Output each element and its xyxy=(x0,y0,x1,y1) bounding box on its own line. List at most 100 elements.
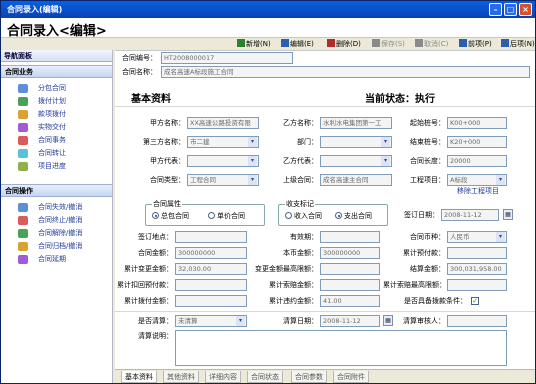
cancel-icon xyxy=(415,39,423,47)
contract-length-field[interactable]: 20000 xyxy=(447,155,507,167)
local-amount-field[interactable]: 300000000 xyxy=(320,247,380,259)
sign-place-field[interactable] xyxy=(175,231,247,243)
sidebar-group-1[interactable]: 合同操作 xyxy=(1,184,112,197)
party-b-rep-select[interactable] xyxy=(320,155,392,167)
sidebar-item-0-1[interactable]: 拨付计划 xyxy=(1,95,112,108)
toolbar-add-button[interactable]: 新增(N) xyxy=(237,39,271,50)
toolbar-edit-button[interactable]: 编辑(E) xyxy=(281,39,314,50)
radio-total-contract[interactable]: 总包合同 xyxy=(152,211,189,222)
sidebar-item-1-3[interactable]: 合同归档/撤消 xyxy=(1,240,112,253)
toolbar-next-button[interactable]: 后项(N) xyxy=(501,39,535,50)
cum-penalty-field[interactable]: 41.00 xyxy=(320,295,380,307)
payable-checkbox[interactable]: ✓ xyxy=(471,297,479,305)
toolbar-prev-button[interactable]: 前项(P) xyxy=(459,39,492,50)
sidebar-title: 导航面板 xyxy=(1,50,112,62)
next-icon xyxy=(501,39,509,47)
document-icon xyxy=(18,203,28,212)
amount-field[interactable]: 300000000 xyxy=(175,247,247,259)
cum-change-field[interactable]: 32,030.00 xyxy=(175,263,247,275)
claim-cap-field[interactable] xyxy=(447,279,507,291)
change-final-field[interactable] xyxy=(320,263,380,275)
remove-project-link[interactable]: 移除工程项目 xyxy=(457,185,499,197)
currency-select[interactable]: 人民币 xyxy=(447,231,507,243)
radio-income-contract[interactable]: 收入合同 xyxy=(285,211,322,222)
window-controls: – □ × xyxy=(489,3,532,16)
radio-dot xyxy=(285,212,292,219)
sidebar-item-0-6[interactable]: 项目进度 xyxy=(1,160,112,173)
toolbar-cancel-button[interactable]: 取消(C) xyxy=(415,39,448,50)
sidebar-item-label: 合同失效/撤消 xyxy=(38,203,83,211)
sidebar-item-label: 款项拨付 xyxy=(38,110,66,118)
sidebar-item-1-1[interactable]: 合同终止/撤消 xyxy=(1,214,112,227)
clear-reviewer-field[interactable] xyxy=(447,315,507,327)
clear-note-label: 清算说明： xyxy=(138,332,173,340)
local-amount-label: 本币金额： xyxy=(283,249,318,257)
calendar-icon[interactable]: ▦ xyxy=(383,315,393,326)
minimize-button[interactable]: – xyxy=(489,3,502,16)
sidebar-group-0[interactable]: 合同业务 xyxy=(1,65,112,78)
tab-2[interactable]: 详细内容 xyxy=(205,371,241,383)
maximize-button[interactable]: □ xyxy=(504,3,517,16)
start-chainage-field[interactable]: K00+000 xyxy=(447,117,507,129)
amount-label: 合同金额： xyxy=(138,249,173,257)
sidebar-item-0-4[interactable]: 合同事务 xyxy=(1,134,112,147)
tab-3[interactable]: 合同状态 xyxy=(247,371,283,383)
status-display: 当前状态：执行 xyxy=(365,90,435,105)
sidebar-item-0-0[interactable]: 分包合同 xyxy=(1,82,112,95)
cum-claim-label: 累计索赔金额： xyxy=(269,281,318,289)
cum-paid-field[interactable] xyxy=(175,295,247,307)
clear-date-label: 清算日期： xyxy=(283,317,318,325)
sidebar-item-0-3[interactable]: 实物交付 xyxy=(1,121,112,134)
settle-field[interactable]: 300,031,958.00 xyxy=(447,263,507,275)
radio-expense-contract[interactable]: 支出合同 xyxy=(335,211,372,222)
sidebar-item-0-2[interactable]: 款项拨付 xyxy=(1,108,112,121)
contract-name-field[interactable]: 成名高速A标段施工合同 xyxy=(161,66,530,78)
sign-date-field[interactable]: 2008-11-12 xyxy=(441,209,499,221)
document-icon xyxy=(18,84,28,93)
party-a-field[interactable]: XX高速公路投资有限 xyxy=(187,117,259,129)
party-b-label: 乙方名称： xyxy=(283,119,318,127)
cleared-select[interactable]: 未清算 xyxy=(175,315,247,327)
sidebar-item-0-5[interactable]: 合同转让 xyxy=(1,147,112,160)
document-icon xyxy=(18,242,28,251)
close-button[interactable]: × xyxy=(519,3,532,16)
pay-flag-legend: 收支标记 xyxy=(285,199,315,209)
payable-label: 是否具备拨款条件： xyxy=(404,297,467,305)
clear-reviewer-label: 清算审核人： xyxy=(403,317,445,325)
sidebar: 导航面板 合同业务分包合同 拨付计划款项拨付实物交付 合同事务 合同转让 项目进度合同操… xyxy=(1,50,113,383)
sidebar-item-label: 合同延期 xyxy=(38,255,66,263)
sidebar-item-1-4[interactable]: 合同延期 xyxy=(1,253,112,266)
toolbar-save-button[interactable]: 保存(S) xyxy=(372,39,405,50)
contract-no-label: 合同编号： xyxy=(122,54,157,62)
tab-5[interactable]: 合同附件 xyxy=(333,371,369,383)
party-b-field[interactable]: 水利水电集团第一工 xyxy=(320,117,392,129)
change-final-label: 变更金额最高限额： xyxy=(255,265,318,273)
clear-note-textarea[interactable] xyxy=(175,330,507,366)
document-icon xyxy=(18,123,28,132)
dept-select[interactable] xyxy=(320,136,392,148)
tab-4[interactable]: 合同参数 xyxy=(291,371,327,383)
cum-return-field[interactable] xyxy=(175,279,247,291)
contract-type-select[interactable]: 工程合同 xyxy=(187,174,259,186)
cum-claim-field[interactable] xyxy=(320,279,380,291)
calendar-icon[interactable]: ▦ xyxy=(503,209,513,220)
parent-contract-field[interactable]: 成名高速主合同 xyxy=(320,174,392,186)
validity-field[interactable] xyxy=(320,231,380,243)
sidebar-item-1-2[interactable]: 合同解除/撤消 xyxy=(1,227,112,240)
end-chainage-field[interactable]: K20+000 xyxy=(447,136,507,148)
save-icon xyxy=(372,39,380,47)
cum-prepay-field[interactable] xyxy=(447,247,507,259)
party-a-rep-select[interactable] xyxy=(187,155,259,167)
section-title: 基本资料 xyxy=(131,94,171,105)
third-party-select[interactable]: 市二建 xyxy=(187,136,259,148)
radio-unit-price-contract[interactable]: 单价合同 xyxy=(208,211,245,222)
contract-no-field[interactable]: HT2008000017 xyxy=(161,52,293,64)
tab-0[interactable]: 基本资料 xyxy=(121,371,157,383)
clear-date-field[interactable]: 2008-11-12 xyxy=(320,315,380,327)
sign-date-label: 签订日期： xyxy=(404,211,439,219)
sidebar-item-1-0[interactable]: 合同失效/撤消 xyxy=(1,201,112,214)
contract-type-label: 合同类型： xyxy=(150,176,185,184)
tab-1[interactable]: 其他资料 xyxy=(163,371,199,383)
document-icon xyxy=(18,162,28,171)
toolbar-delete-button[interactable]: 删除(D) xyxy=(327,39,361,50)
